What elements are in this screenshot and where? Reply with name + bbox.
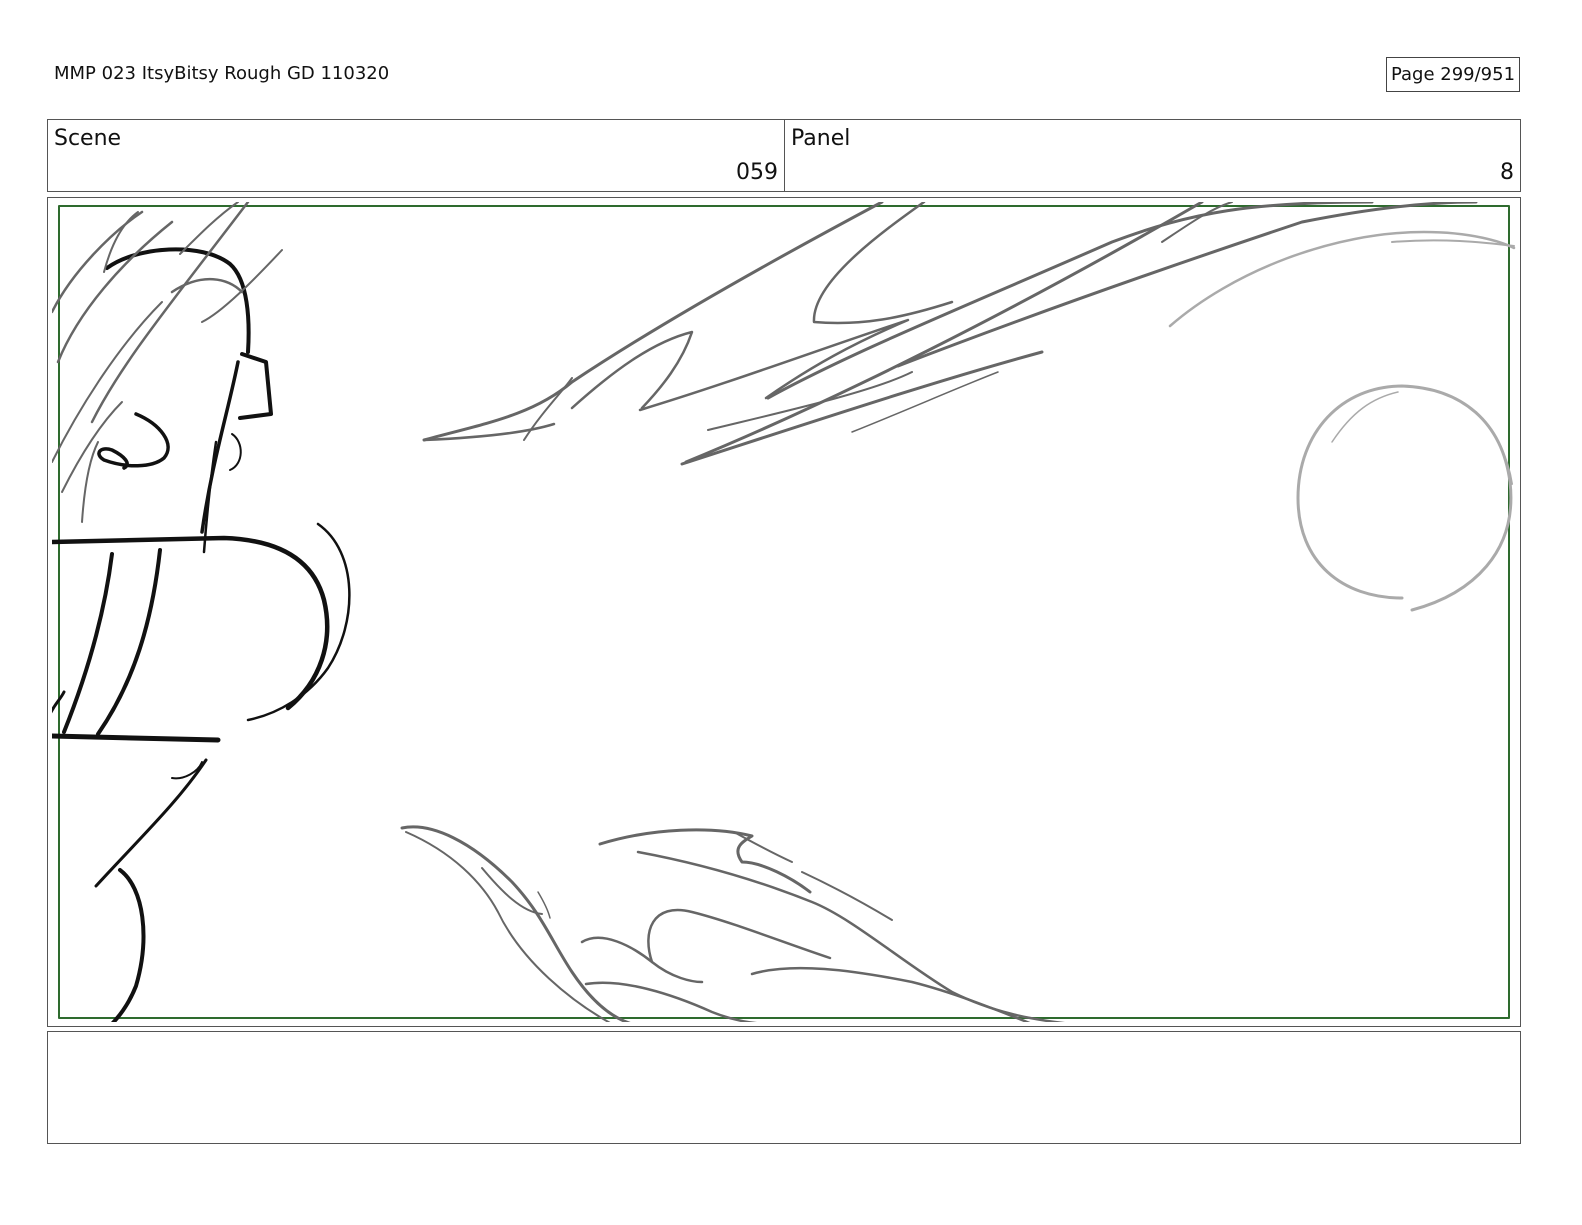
- scene-number: 059: [736, 160, 778, 185]
- panel-number: 8: [1500, 160, 1514, 185]
- energy-streaks-upper: [422, 202, 1478, 466]
- panel-cell: Panel 8: [785, 120, 1520, 191]
- scene-label: Scene: [54, 126, 122, 151]
- energy-streaks-lower: [400, 825, 1066, 1022]
- panel-label: Panel: [791, 126, 851, 151]
- scene-cell: Scene 059: [48, 120, 785, 191]
- dialogue-notes-box: [47, 1031, 1521, 1144]
- moon-sketch: [1168, 230, 1516, 612]
- page-number: Page 299/951: [1386, 57, 1520, 92]
- safe-frame: [58, 205, 1510, 1019]
- storyboard-drawing: [52, 202, 1516, 1022]
- scene-panel-header: Scene 059 Panel 8: [47, 119, 1521, 192]
- document-title: MMP 023 ItsyBitsy Rough GD 110320: [54, 63, 390, 84]
- character-sketch: [52, 247, 351, 1022]
